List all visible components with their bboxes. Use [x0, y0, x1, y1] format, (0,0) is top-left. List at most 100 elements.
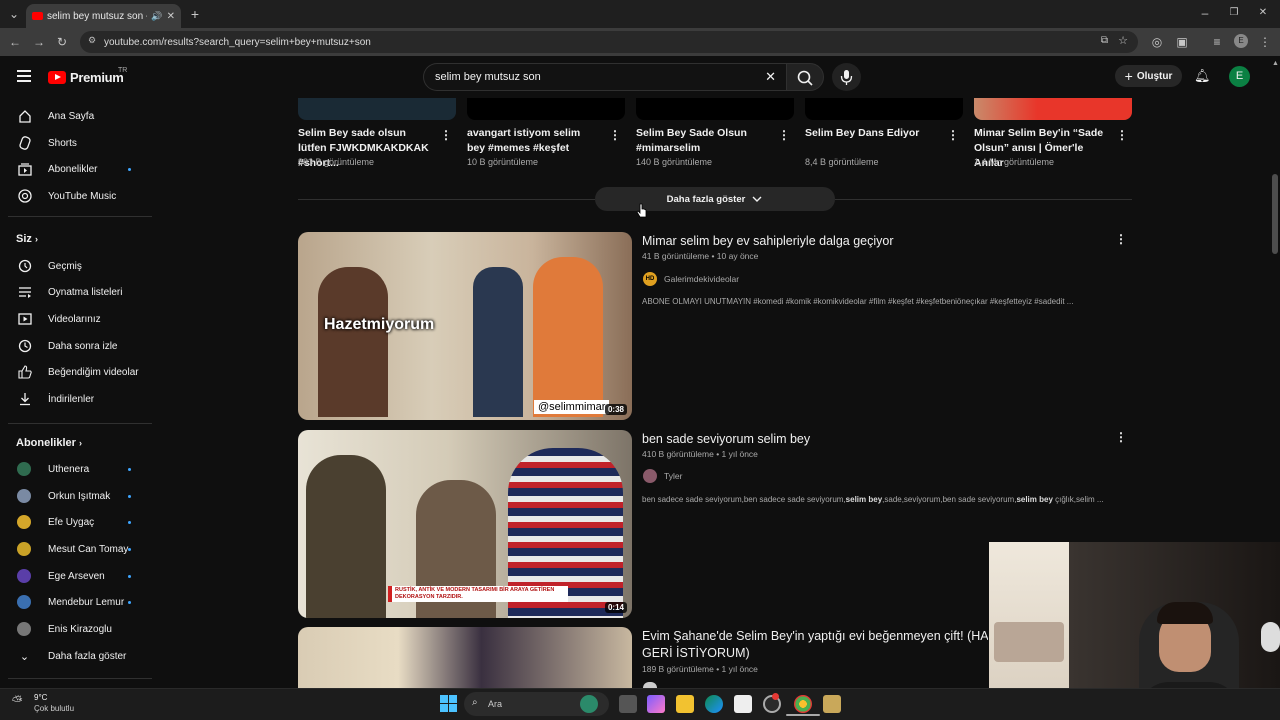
sidebar-item-youtube-music[interactable]: YouTube Music	[0, 183, 152, 209]
short-thumbnail[interactable]	[636, 98, 794, 120]
menu-kebab-icon[interactable]: ⋮	[1258, 35, 1272, 49]
more-options-icon[interactable]: ⋮	[947, 128, 959, 142]
windows-start-icon[interactable]	[440, 695, 457, 717]
hamburger-menu-icon[interactable]	[17, 70, 31, 82]
sidebar-show-more[interactable]: ⌄ Daha fazla göster	[0, 643, 152, 669]
url-field[interactable]: ⚙ youtube.com/results?search_query=selim…	[80, 31, 1138, 53]
video-thumbnail[interactable]: RUSTİK, ANTİK VE MODERN TASARIMI BİR ARA…	[298, 430, 632, 618]
more-options-icon[interactable]: ⋮	[1116, 128, 1128, 142]
create-button[interactable]: + Oluştur	[1115, 65, 1182, 87]
browser-tab-bar: ⌄ selim bey mutsuz son - YouTube 🔊 ✕ + –…	[0, 0, 1280, 28]
you-label: Siz	[16, 233, 32, 245]
video-thumbnail[interactable]	[298, 627, 632, 688]
channel-name: Orkun Işıtmak	[48, 490, 111, 502]
account-avatar[interactable]: E	[1229, 66, 1250, 87]
video-title[interactable]: Evim Şahane'de Selim Bey'in yaptığı evi …	[642, 629, 988, 643]
like-icon	[17, 365, 32, 380]
back-icon[interactable]: ←	[8, 35, 22, 49]
sidebar-item-label: Shorts	[48, 137, 77, 149]
window-close-icon[interactable]: ✕	[1256, 6, 1270, 20]
short-thumbnail[interactable]	[298, 98, 456, 120]
video-title[interactable]: ben sade seviyorum selim bey	[642, 432, 810, 446]
youtube-premium-logo[interactable]: Premium TR	[48, 67, 127, 85]
tab-title: selim bey mutsuz son - YouTube	[47, 10, 147, 22]
sidebar-item-subscriptions[interactable]: Abonelikler	[0, 156, 152, 182]
shorts-icon	[17, 136, 32, 151]
short-thumbnail[interactable]	[467, 98, 625, 120]
short-thumbnail[interactable]	[805, 98, 963, 120]
subscriptions-label: Abonelikler	[16, 437, 76, 449]
more-options-icon[interactable]: ⋮	[778, 128, 790, 142]
channel-avatar	[17, 622, 31, 636]
sidebar-item-watch-later[interactable]: Daha sonra izle	[0, 333, 152, 359]
sidebar-subscriptions-heading[interactable]: Abonelikler ›	[16, 437, 82, 449]
sidebar-channel-efe[interactable]: Efe Uygaç	[0, 509, 152, 535]
tab-close-icon[interactable]: ✕	[167, 11, 175, 22]
chrome-icon[interactable]	[794, 695, 812, 713]
tab-search-icon[interactable]: ⌄	[7, 7, 21, 21]
clear-search-icon[interactable]: ✕	[765, 69, 776, 85]
weather-temp[interactable]: 9°C	[34, 693, 47, 702]
extension-icon[interactable]: ◎	[1150, 35, 1164, 49]
sidebar-channel-ege[interactable]: Ege Arseven	[0, 563, 152, 589]
history-icon	[17, 259, 32, 274]
more-options-icon[interactable]: ⋮	[440, 128, 452, 142]
widget-app-icon[interactable]	[580, 695, 598, 713]
site-info-icon[interactable]: ⚙	[88, 35, 96, 46]
sidebar-channel-uthenera[interactable]: Uthenera	[0, 456, 152, 482]
sidebar-item-home[interactable]: Ana Sayfa	[0, 103, 152, 129]
video-thumbnail[interactable]: Hazetmiyorum @selimmimar 0:38	[298, 232, 632, 420]
weather-desc[interactable]: Çok bulutlu	[34, 704, 74, 713]
minimize-icon[interactable]: –	[1198, 6, 1212, 20]
bookmark-star-icon[interactable]: ☆	[1118, 34, 1128, 47]
short-thumbnail[interactable]	[974, 98, 1132, 120]
video-channel[interactable]: Tyler	[643, 469, 682, 483]
more-options-icon[interactable]: ⋮	[609, 128, 621, 142]
short-title[interactable]: Selim Bey Sade Olsun #mimarselim	[636, 126, 770, 156]
sidebar-item-your-videos[interactable]: Videolarınız	[0, 306, 152, 332]
notifications-bell-icon[interactable]: 🔔︎	[1194, 68, 1211, 84]
sidebar-item-history[interactable]: Geçmiş	[0, 253, 152, 279]
install-icon[interactable]: ⧉	[1101, 35, 1108, 46]
file-explorer-icon[interactable]	[676, 695, 694, 713]
restore-icon[interactable]: ❐	[1227, 6, 1241, 20]
short-title[interactable]: avangart istiyom selim bey #memes #keşfe…	[467, 126, 601, 156]
audio-icon[interactable]: 🔊	[151, 11, 162, 22]
more-options-icon[interactable]: ⋮	[1115, 430, 1127, 444]
channel-avatar	[17, 462, 31, 476]
copilot-icon[interactable]	[647, 695, 665, 713]
sidebar-channel-mendebur[interactable]: Mendebur Lemur	[0, 589, 152, 615]
sidebar-item-liked-videos[interactable]: Beğendiğim videolar	[0, 359, 152, 385]
forward-icon[interactable]: →	[32, 35, 46, 49]
sidebar-item-playlists[interactable]: Oynatma listeleri	[0, 279, 152, 305]
reading-list-icon[interactable]: ≡	[1210, 35, 1224, 49]
app-icon[interactable]	[823, 695, 841, 713]
store-icon[interactable]	[734, 695, 752, 713]
sidebar-channel-mesut[interactable]: Mesut Can Tomay	[0, 536, 152, 562]
scrollbar-thumb[interactable]	[1272, 174, 1278, 254]
profile-avatar[interactable]: E	[1234, 34, 1248, 48]
short-title[interactable]: Selim Bey Dans Ediyor	[805, 126, 939, 141]
extensions-puzzle-icon[interactable]: ▣	[1175, 35, 1189, 49]
task-view-icon[interactable]	[619, 695, 637, 713]
video-channel[interactable]: HD Galerimdekivideolar	[643, 272, 739, 286]
new-tab-icon[interactable]: +	[188, 7, 202, 21]
video-title-continued[interactable]: GERİ İSTİYORUM)	[642, 646, 750, 660]
voice-search-button[interactable]	[832, 63, 861, 91]
edge-icon[interactable]	[705, 695, 723, 713]
show-more-button[interactable]: Daha fazla göster	[595, 187, 835, 211]
search-button[interactable]	[786, 63, 824, 91]
reload-icon[interactable]: ↻	[55, 35, 69, 49]
sidebar-you-heading[interactable]: Siz ›	[16, 233, 38, 245]
sidebar-channel-enis[interactable]: Enis Kirazoglu	[0, 616, 152, 642]
channel-name: Enis Kirazoglu	[48, 623, 112, 635]
browser-tab[interactable]: selim bey mutsuz son - YouTube 🔊 ✕	[26, 4, 181, 28]
sidebar-channel-orkun[interactable]: Orkun Işıtmak	[0, 483, 152, 509]
scroll-up-icon[interactable]: ▲	[1272, 60, 1279, 67]
sidebar-item-downloads[interactable]: İndirilenler	[0, 386, 152, 412]
more-options-icon[interactable]: ⋮	[1115, 232, 1127, 246]
search-input[interactable]: selim bey mutsuz son ✕	[423, 63, 786, 91]
sidebar-item-shorts[interactable]: Shorts	[0, 130, 152, 156]
weather-icon[interactable]: ⛅︎	[12, 693, 30, 711]
video-title[interactable]: Mimar selim bey ev sahipleriyle dalga ge…	[642, 234, 894, 248]
